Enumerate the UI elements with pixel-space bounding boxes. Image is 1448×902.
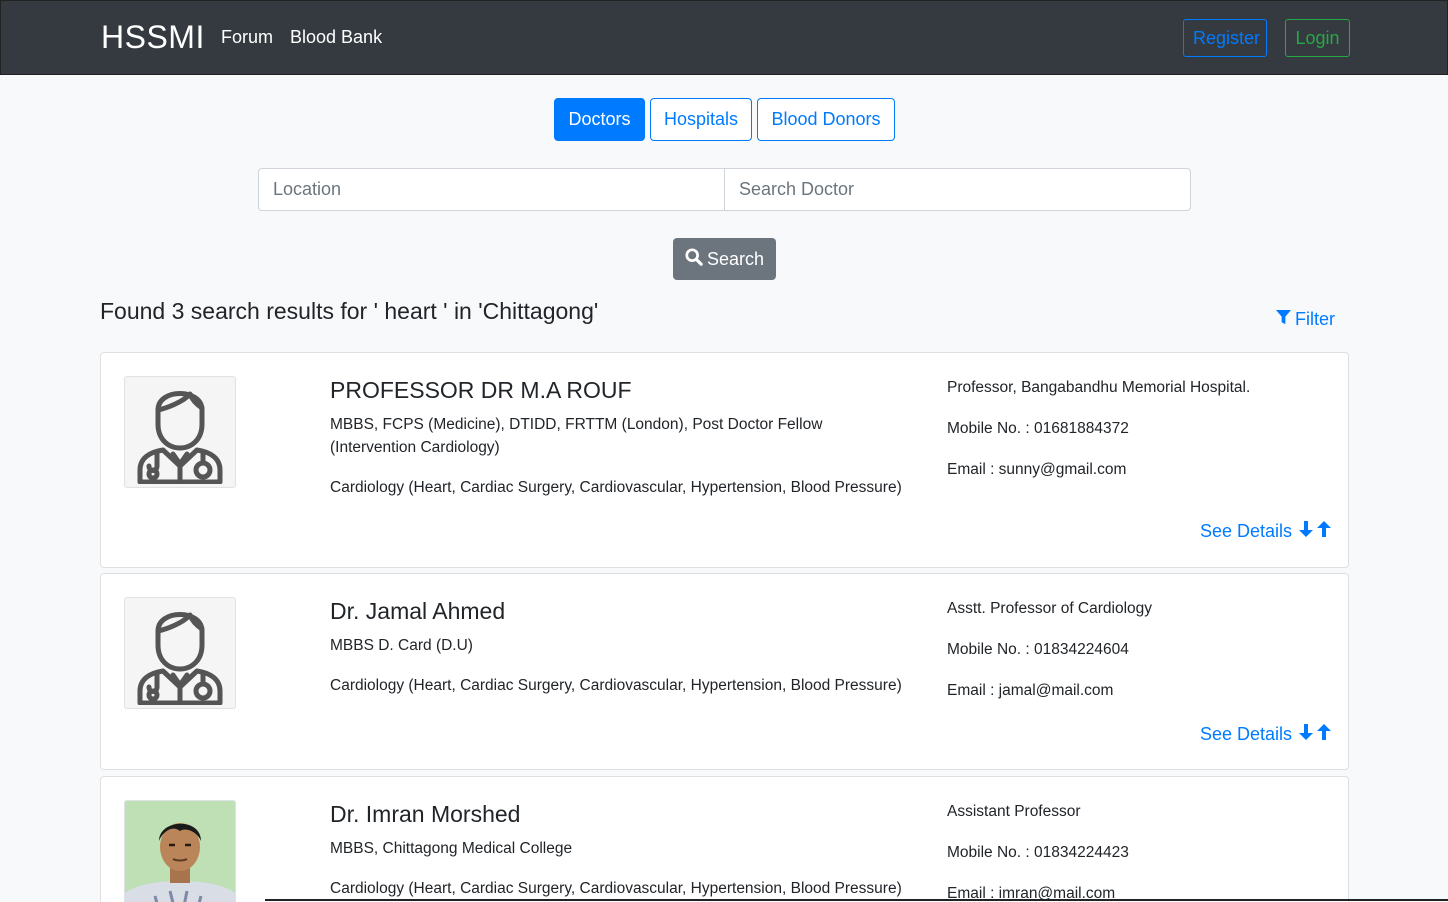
- see-details-link[interactable]: See Details: [1200, 724, 1332, 745]
- doctor-photo: [124, 800, 236, 902]
- doctor-qualification: MBBS, Chittagong Medical College: [330, 840, 573, 857]
- nav-link-blood-bank[interactable]: Blood Bank: [290, 27, 382, 48]
- doctor-name: Dr. Imran Morshed: [330, 801, 521, 827]
- navbar: HSSMI Forum Blood Bank Register Login: [0, 0, 1448, 75]
- see-details-link[interactable]: See Details: [1200, 521, 1332, 542]
- nav-link-forum[interactable]: Forum: [221, 27, 273, 48]
- filter-icon: [1276, 309, 1291, 330]
- see-details-label: See Details: [1200, 521, 1293, 541]
- doctor-mobile: Mobile No. : 01834224423: [947, 844, 1129, 861]
- location-input[interactable]: [258, 168, 725, 211]
- doctor-email: Email : sunny@gmail.com: [947, 461, 1127, 478]
- filter-label: Filter: [1295, 309, 1335, 329]
- see-details-label: See Details: [1200, 724, 1293, 744]
- brand-logo[interactable]: HSSMI: [101, 19, 205, 56]
- filter-button[interactable]: Filter: [1276, 309, 1335, 330]
- doctor-qualification: MBBS D. Card (D.U): [330, 637, 473, 654]
- register-button[interactable]: Register: [1183, 19, 1267, 57]
- doctor-card: PROFESSOR DR M.A ROUF MBBS, FCPS (Medici…: [100, 352, 1349, 568]
- doctor-placeholder-icon: [124, 376, 236, 488]
- doctor-name: Dr. Jamal Ahmed: [330, 598, 506, 624]
- search-icon: [685, 247, 703, 271]
- doctor-placeholder-icon: [124, 597, 236, 709]
- doctor-specialty: Cardiology (Heart, Cardiac Surgery, Card…: [330, 677, 902, 694]
- arrows-up-down-icon: [1298, 724, 1332, 745]
- doctor-designation: Professor, Bangabandhu Memorial Hospital…: [947, 379, 1251, 396]
- doctor-card: Dr. Jamal Ahmed MBBS D. Card (D.U) Cardi…: [100, 573, 1349, 770]
- tab-blood-donors[interactable]: Blood Donors: [757, 98, 895, 141]
- tab-hospitals[interactable]: Hospitals: [650, 98, 752, 141]
- doctor-card: Dr. Imran Morshed MBBS, Chittagong Medic…: [100, 776, 1349, 902]
- doctor-mobile: Mobile No. : 01681884372: [947, 420, 1129, 437]
- search-button-label: Search: [706, 248, 765, 269]
- login-button[interactable]: Login: [1285, 19, 1350, 57]
- doctor-name: PROFESSOR DR M.A ROUF: [330, 377, 632, 403]
- doctor-qualification: MBBS, FCPS (Medicine), DTIDD, FRTTM (Lon…: [330, 416, 823, 456]
- results-title: Found 3 search results for ' heart ' in …: [100, 298, 599, 324]
- doctor-email: Email : jamal@mail.com: [947, 682, 1114, 699]
- doctor-designation: Assistant Professor: [947, 803, 1081, 820]
- tab-doctors[interactable]: Doctors: [554, 98, 645, 141]
- search-button[interactable]: Search: [673, 238, 776, 280]
- doctor-specialty: Cardiology (Heart, Cardiac Surgery, Card…: [330, 479, 902, 496]
- doctor-designation: Asstt. Professor of Cardiology: [947, 600, 1153, 617]
- doctor-specialty: Cardiology (Heart, Cardiac Surgery, Card…: [330, 880, 902, 897]
- divider: [265, 899, 1448, 901]
- arrows-up-down-icon: [1298, 521, 1332, 542]
- doctor-mobile: Mobile No. : 01834224604: [947, 641, 1129, 658]
- search-doctor-input[interactable]: [724, 168, 1191, 211]
